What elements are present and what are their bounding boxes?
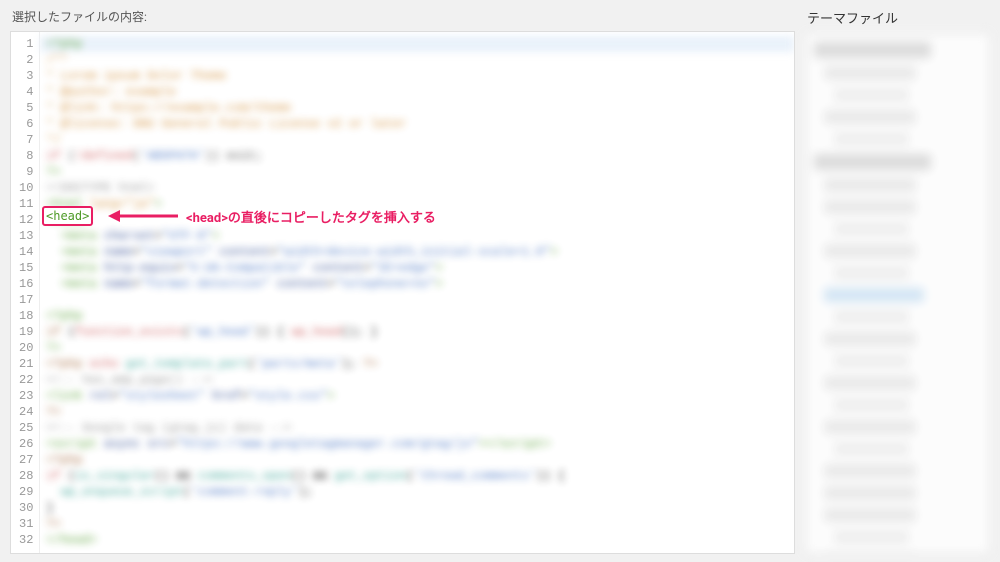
list-item[interactable] [824, 110, 916, 124]
list-item[interactable] [834, 354, 909, 368]
list-item[interactable] [834, 442, 909, 456]
list-item[interactable] [834, 88, 909, 102]
list-item[interactable] [824, 464, 916, 478]
list-item[interactable] [824, 244, 916, 258]
list-item[interactable] [814, 154, 931, 170]
list-item[interactable] [824, 332, 916, 346]
list-item[interactable] [824, 200, 916, 214]
theme-files-panel: テーマファイル [805, 8, 990, 554]
code-editor-panel: 選択したファイルの内容: 123456789101112131415161718… [10, 8, 795, 554]
list-item[interactable] [834, 222, 909, 236]
list-item[interactable] [834, 266, 909, 280]
list-item[interactable] [824, 486, 916, 500]
list-item[interactable] [824, 552, 916, 554]
list-item[interactable] [834, 530, 909, 544]
line-number-gutter: 1234567891011121314151617181920212223242… [11, 32, 40, 553]
list-item[interactable] [824, 376, 916, 390]
list-item[interactable] [834, 132, 909, 146]
list-item[interactable] [824, 420, 916, 434]
list-item[interactable] [824, 178, 916, 192]
sidebar-title: テーマファイル [805, 8, 990, 27]
head-tag-token: <head> [42, 206, 93, 226]
head-tag-highlight: <head> [42, 208, 93, 224]
list-item[interactable] [834, 398, 909, 412]
list-item[interactable] [814, 42, 931, 58]
theme-file-list[interactable] [805, 33, 990, 554]
code-content[interactable]: <?php /** * Lorem ipsum Dolor Theme * @a… [40, 32, 794, 553]
list-item[interactable] [834, 310, 909, 324]
list-item[interactable] [824, 66, 916, 80]
editor-header-label: 選択したファイルの内容: [10, 8, 795, 25]
list-item[interactable] [824, 288, 924, 302]
code-editor[interactable]: 1234567891011121314151617181920212223242… [10, 31, 795, 554]
list-item[interactable] [824, 508, 916, 522]
